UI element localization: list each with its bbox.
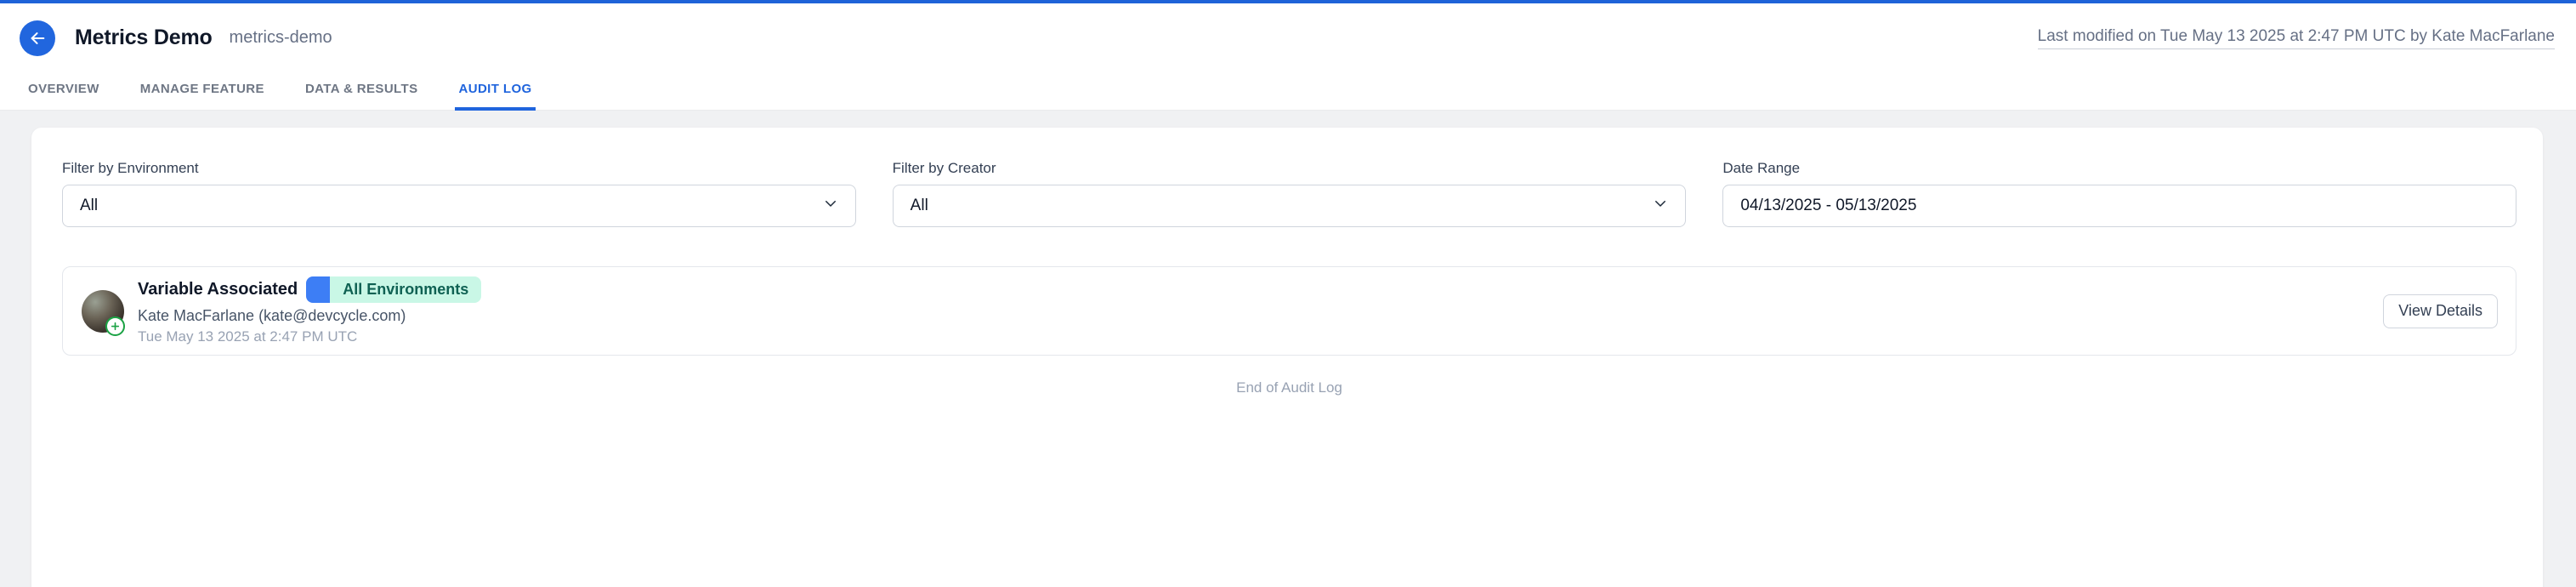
environment-badge-label: All Environments	[330, 276, 481, 303]
filter-environment-select[interactable]: All	[62, 185, 856, 227]
filter-environment-value: All	[80, 197, 98, 215]
filter-creator-value: All	[911, 197, 928, 215]
date-range-value: 04/13/2025 - 05/13/2025	[1740, 197, 1916, 215]
tab-manage-feature[interactable]: MANAGE FEATURE	[137, 82, 268, 111]
chevron-down-icon	[1653, 196, 1668, 216]
header-title-row: Metrics Demo metrics-demo Last modified …	[0, 3, 2576, 72]
avatar-wrap	[82, 290, 124, 333]
view-details-button[interactable]: View Details	[2383, 294, 2498, 328]
back-arrow-icon	[28, 29, 47, 48]
tab-data-results[interactable]: DATA & RESULTS	[302, 82, 422, 111]
page-title: Metrics Demo	[75, 26, 213, 50]
tab-bar: OVERVIEW MANAGE FEATURE DATA & RESULTS A…	[0, 72, 2576, 110]
entry-action: Variable Associated	[138, 280, 298, 299]
date-range-group: Date Range 04/13/2025 - 05/13/2025	[1722, 160, 2516, 227]
audit-log-entry: Variable Associated All Environments Kat…	[62, 266, 2516, 356]
filter-environment-label: Filter by Environment	[62, 160, 856, 177]
content-area: Filter by Environment All Filter by Crea…	[0, 111, 2576, 587]
back-button[interactable]	[20, 20, 55, 56]
entry-actor: Kate MacFarlane (kate@devcycle.com)	[138, 307, 481, 325]
filter-creator-group: Filter by Creator All	[893, 160, 1687, 227]
filter-creator-select[interactable]: All	[893, 185, 1687, 227]
audit-log-card: Filter by Environment All Filter by Crea…	[31, 128, 2543, 587]
environment-color-indicator	[306, 276, 330, 303]
tab-audit-log[interactable]: AUDIT LOG	[455, 82, 535, 111]
environment-badge: All Environments	[306, 276, 481, 303]
filters-row: Filter by Environment All Filter by Crea…	[62, 160, 2516, 227]
filter-environment-group: Filter by Environment All	[62, 160, 856, 227]
tab-overview[interactable]: OVERVIEW	[25, 82, 103, 111]
last-modified-text: Last modified on Tue May 13 2025 at 2:47…	[2038, 27, 2555, 49]
entry-title-row: Variable Associated All Environments	[138, 276, 481, 303]
entry-timestamp: Tue May 13 2025 at 2:47 PM UTC	[138, 328, 481, 345]
page-key: metrics-demo	[230, 28, 332, 48]
entry-text-block: Variable Associated All Environments Kat…	[138, 276, 481, 345]
app-screen: Metrics Demo metrics-demo Last modified …	[0, 0, 2576, 587]
date-range-label: Date Range	[1722, 160, 2516, 177]
filter-creator-label: Filter by Creator	[893, 160, 1687, 177]
plus-icon	[105, 316, 125, 336]
date-range-input[interactable]: 04/13/2025 - 05/13/2025	[1722, 185, 2516, 227]
end-of-audit-log-text: End of Audit Log	[62, 379, 2516, 396]
chevron-down-icon	[823, 196, 838, 216]
page-header: Metrics Demo metrics-demo Last modified …	[0, 3, 2576, 111]
